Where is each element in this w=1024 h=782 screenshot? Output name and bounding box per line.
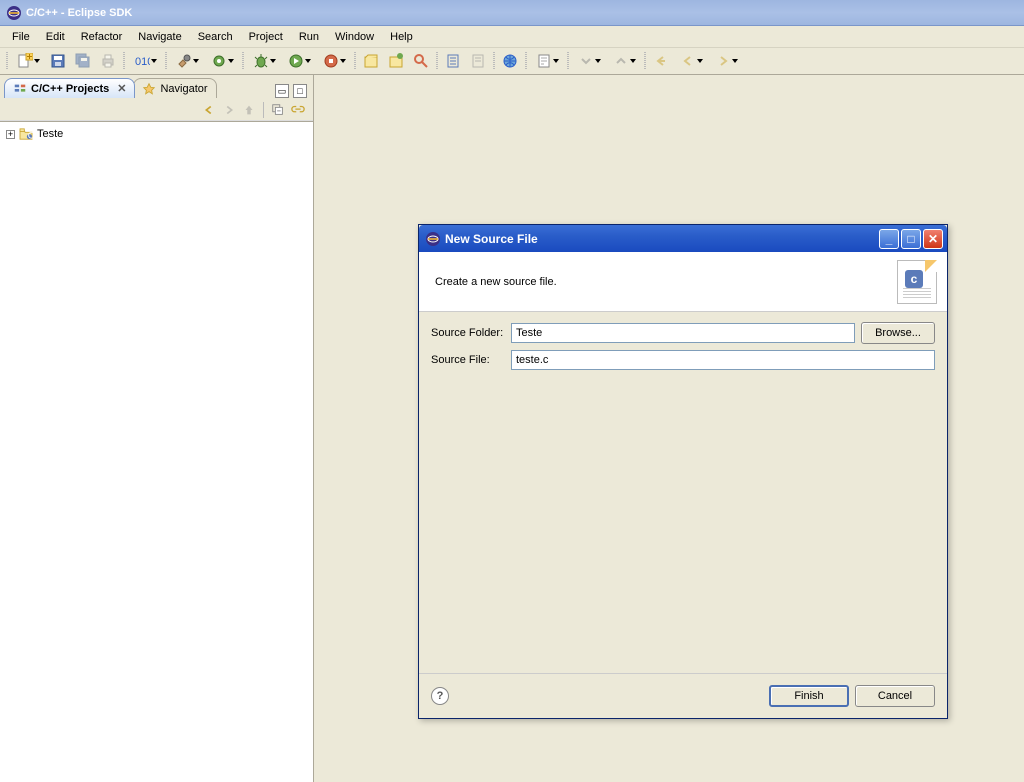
open-type-button[interactable] — [384, 50, 408, 72]
eclipse-icon — [425, 231, 441, 247]
toolbar-sep — [565, 50, 571, 72]
source-folder-input[interactable] — [511, 323, 855, 343]
help-button[interactable]: ? — [431, 687, 449, 705]
dialog-titlebar[interactable]: New Source File _ □ ✕ — [419, 225, 947, 252]
forward-button[interactable] — [709, 50, 743, 72]
source-file-label: Source File: — [431, 354, 505, 366]
save-button[interactable] — [46, 50, 70, 72]
menu-refactor[interactable]: Refactor — [73, 28, 131, 46]
menu-search[interactable]: Search — [190, 28, 241, 46]
dialog-footer: ? Finish Cancel — [419, 673, 947, 718]
svg-text:C: C — [28, 129, 33, 140]
binary-button[interactable]: 010 — [128, 50, 162, 72]
cpp-projects-icon — [13, 82, 27, 96]
tab-navigator[interactable]: Navigator — [133, 78, 216, 98]
tab-cpp-projects[interactable]: C/C++ Projects ✕ — [4, 78, 135, 98]
minimize-view-icon[interactable]: ▭ — [275, 84, 289, 98]
next-annotation-button[interactable] — [572, 50, 606, 72]
tab-navigator-label: Navigator — [160, 83, 207, 95]
main-titlebar: C/C++ - Eclipse SDK — [0, 0, 1024, 26]
eclipse-icon — [6, 5, 22, 21]
project-folder-icon: C — [19, 128, 33, 140]
print-button[interactable] — [96, 50, 120, 72]
menu-help[interactable]: Help — [382, 28, 421, 46]
menu-navigate[interactable]: Navigate — [130, 28, 189, 46]
menu-run[interactable]: Run — [291, 28, 327, 46]
web-button[interactable] — [498, 50, 522, 72]
toolbar-sep — [491, 50, 497, 72]
dialog-body: Source Folder: Browse... Source File: — [419, 312, 947, 673]
tree-item-teste[interactable]: + C Teste — [4, 126, 309, 142]
source-file-input[interactable] — [511, 350, 935, 370]
finish-button[interactable]: Finish — [769, 685, 849, 707]
view-tab-row: C/C++ Projects ✕ Navigator ▭ □ — [0, 75, 313, 99]
mark-button[interactable] — [441, 50, 465, 72]
project-tree[interactable]: + C Teste — [0, 121, 313, 782]
new-button[interactable] — [11, 50, 45, 72]
build-button[interactable] — [170, 50, 204, 72]
workbench-content: C/C++ Projects ✕ Navigator ▭ □ + — [0, 75, 1024, 782]
toolbar-sep — [163, 50, 169, 72]
menu-bar: File Edit Refactor Navigate Search Proje… — [0, 26, 1024, 48]
last-edit-button[interactable] — [530, 50, 564, 72]
prev-annotation-button[interactable] — [607, 50, 641, 72]
svg-text:010: 010 — [135, 56, 150, 68]
toolbar-sep — [121, 50, 127, 72]
menu-edit[interactable]: Edit — [38, 28, 73, 46]
toolbar-sep — [642, 50, 648, 72]
folding-button[interactable] — [466, 50, 490, 72]
dialog-close-button[interactable]: ✕ — [923, 229, 943, 249]
menu-project[interactable]: Project — [241, 28, 291, 46]
new-source-file-dialog: New Source File _ □ ✕ Create a new sourc… — [418, 224, 948, 719]
nav-up-icon[interactable] — [240, 101, 258, 119]
source-folder-label: Source Folder: — [431, 327, 505, 339]
nav-back-icon[interactable] — [200, 101, 218, 119]
toolbar-sep — [434, 50, 440, 72]
c-file-icon: c — [897, 260, 937, 304]
menu-window[interactable]: Window — [327, 28, 382, 46]
debug-button[interactable] — [247, 50, 281, 72]
menu-file[interactable]: File — [4, 28, 38, 46]
left-panel: C/C++ Projects ✕ Navigator ▭ □ + — [0, 75, 314, 782]
link-editor-icon[interactable] — [289, 101, 307, 119]
navigator-icon — [142, 82, 156, 96]
new-class-button[interactable] — [359, 50, 383, 72]
run-button[interactable] — [282, 50, 316, 72]
tab-cpp-projects-label: C/C++ Projects — [31, 83, 109, 95]
toolbar-sep — [352, 50, 358, 72]
browse-button[interactable]: Browse... — [861, 322, 935, 344]
dialog-title: New Source File — [445, 232, 538, 246]
mini-toolbar-sep — [263, 102, 264, 118]
maximize-view-icon[interactable]: □ — [293, 84, 307, 98]
expand-icon[interactable]: + — [6, 130, 15, 139]
toolbar-sep — [240, 50, 246, 72]
dialog-header-text: Create a new source file. — [435, 276, 557, 288]
dialog-maximize-button[interactable]: □ — [901, 229, 921, 249]
collapse-all-icon[interactable] — [269, 101, 287, 119]
cancel-button[interactable]: Cancel — [855, 685, 935, 707]
external-button[interactable] — [317, 50, 351, 72]
save-all-button[interactable] — [71, 50, 95, 72]
dialog-header: Create a new source file. c — [419, 252, 947, 312]
back-button[interactable] — [674, 50, 708, 72]
toolbar-grip — [4, 50, 10, 72]
search-button[interactable] — [409, 50, 433, 72]
view-mini-toolbar — [0, 99, 313, 121]
tree-item-label: Teste — [37, 128, 63, 140]
dialog-minimize-button[interactable]: _ — [879, 229, 899, 249]
close-tab-icon[interactable]: ✕ — [117, 82, 126, 95]
main-toolbar: 010 — [0, 48, 1024, 75]
last-location-button[interactable] — [649, 50, 673, 72]
window-title: C/C++ - Eclipse SDK — [26, 7, 132, 19]
toolbar-sep — [523, 50, 529, 72]
nav-forward-icon[interactable] — [220, 101, 238, 119]
build-all-button[interactable] — [205, 50, 239, 72]
